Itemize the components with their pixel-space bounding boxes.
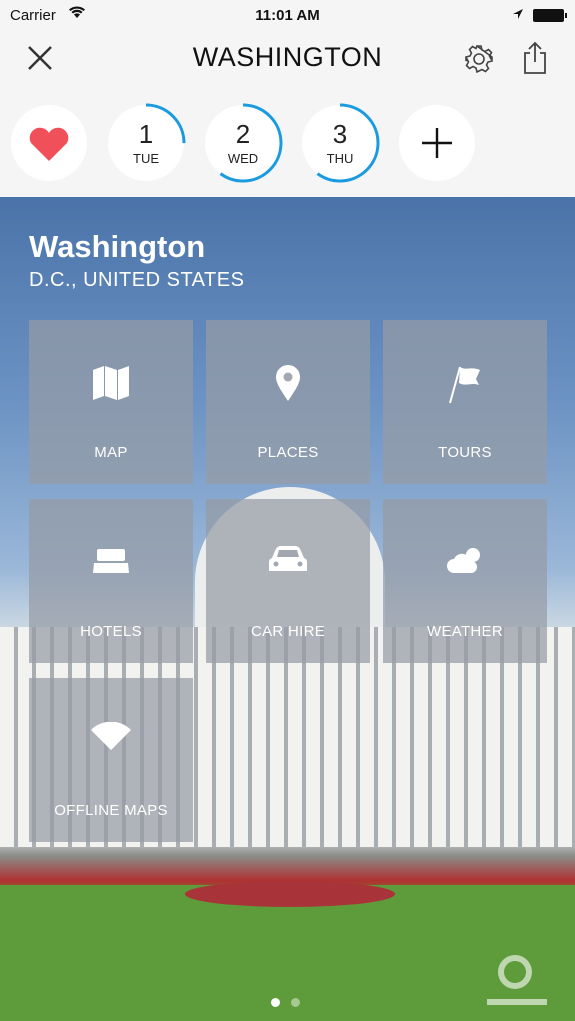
plus-icon — [422, 128, 452, 158]
day-selector: 1 TUE 2 WED 3 THU — [0, 103, 575, 185]
watermark-logo — [487, 955, 547, 1005]
day-label: THU — [326, 151, 354, 166]
battery-icon — [533, 9, 567, 22]
tile-tours[interactable]: TOURS — [383, 320, 547, 484]
map-icon — [93, 366, 129, 400]
tile-hotels[interactable]: HOTELS — [29, 499, 193, 663]
day-label: TUE — [133, 151, 159, 166]
car-icon — [269, 546, 307, 571]
hero-panel: Washington D.C., UNITED STATES MAP PLACE… — [0, 197, 575, 1021]
region-name: D.C., UNITED STATES — [29, 269, 245, 291]
city-name: Washington — [29, 229, 206, 264]
page-dot-active[interactable] — [271, 998, 280, 1007]
pin-icon — [276, 365, 300, 401]
page-dot[interactable] — [291, 998, 300, 1007]
add-day-button[interactable] — [399, 105, 475, 181]
tile-label: WEATHER — [427, 623, 503, 640]
share-icon[interactable] — [521, 41, 549, 75]
location-arrow-icon — [513, 9, 523, 19]
tile-label: TOURS — [438, 444, 492, 461]
tile-map[interactable]: MAP — [29, 320, 193, 484]
bed-icon — [93, 549, 129, 573]
status-bar: Carrier 11:01 AM — [0, 0, 575, 32]
heart-icon — [29, 127, 69, 161]
gear-icon[interactable] — [463, 43, 495, 75]
favorites-button[interactable] — [11, 105, 87, 181]
background-photo-flowerbed — [185, 881, 395, 907]
wifi-icon — [91, 722, 131, 750]
nav-bar: WASHINGTON — [0, 32, 575, 87]
tile-label: PLACES — [257, 444, 319, 461]
day-number: 3 — [332, 119, 348, 149]
day-number: 2 — [235, 119, 251, 149]
day-2-button[interactable]: 2 WED — [203, 103, 283, 183]
day-number: 1 — [138, 119, 154, 149]
day-label: WED — [227, 151, 259, 166]
tile-label: OFFLINE MAPS — [54, 802, 168, 819]
tile-car-hire[interactable]: CAR HIRE — [206, 499, 370, 663]
tile-weather[interactable]: WEATHER — [383, 499, 547, 663]
tile-offline-maps[interactable]: OFFLINE MAPS — [29, 678, 193, 842]
tile-label: HOTELS — [80, 623, 142, 640]
tile-label: CAR HIRE — [250, 623, 326, 640]
tile-label: MAP — [94, 444, 128, 461]
cloud-sun-icon — [447, 548, 480, 573]
clock: 11:01 AM — [255, 7, 320, 24]
tile-places[interactable]: PLACES — [206, 320, 370, 484]
day-3-button[interactable]: 3 THU — [300, 103, 380, 183]
day-1-button[interactable]: 1 TUE — [106, 103, 186, 183]
page-indicator[interactable] — [271, 994, 311, 1012]
flag-icon — [449, 366, 480, 404]
